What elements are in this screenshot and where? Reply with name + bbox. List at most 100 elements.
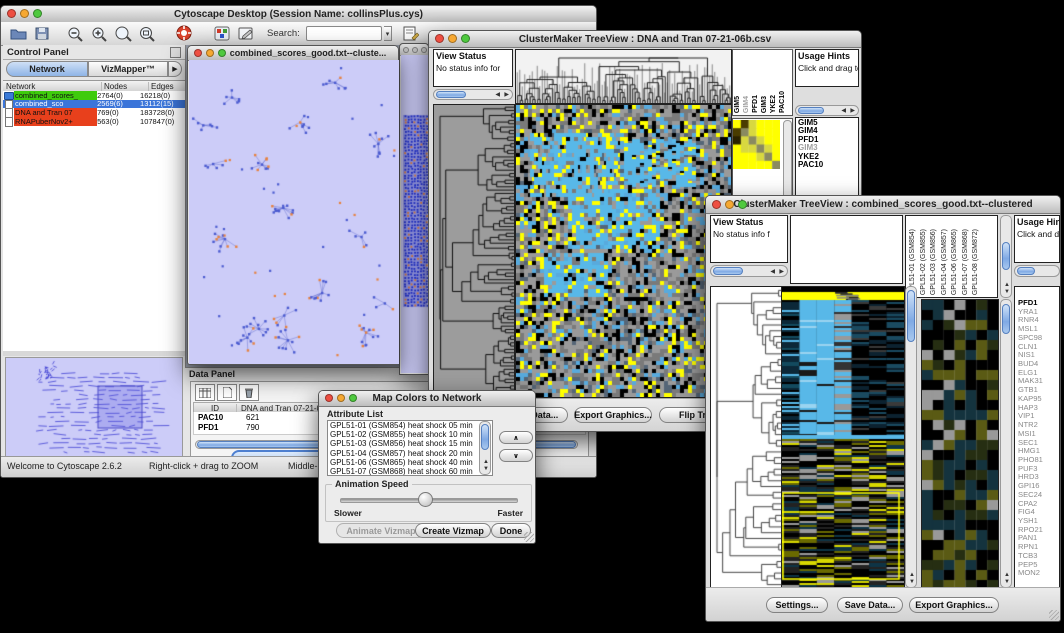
scroll-up-arrow[interactable]: ▲ [1004,572,1010,578]
network-row[interactable]: combined_sco2569(6)13112(15) [3,100,185,109]
zoom-in-icon[interactable] [89,24,111,44]
search-input[interactable] [306,26,382,41]
minimize-button[interactable] [448,34,457,43]
attribute-list-item[interactable]: GPL51-03 (GSM856) heat shock 15 min [328,439,492,448]
dense-network-view[interactable] [401,55,429,373]
scroll-right-arrow[interactable]: ▶ [850,108,855,114]
search-dropdown-arrow[interactable]: ▾ [384,26,393,41]
scroll-up-arrow[interactable]: ▲ [909,572,915,578]
tv1-status-scroll-thumb[interactable] [436,91,466,98]
collabel-scroll-thumb[interactable] [1002,242,1010,270]
zoom-selected-icon[interactable] [113,24,135,44]
attribute-select-icon[interactable] [195,384,215,401]
attribute-list-vscrollbar[interactable]: ▲ ▼ [479,421,491,475]
scroll-down-arrow[interactable]: ▼ [909,579,915,585]
tv2-status-scroll-thumb[interactable] [713,267,743,275]
dialog-titlebar[interactable]: Map Colors to Network [319,391,535,407]
close-button[interactable] [7,9,16,18]
move-up-button[interactable]: ∧ [499,431,533,444]
inactive-close-button[interactable] [403,47,409,53]
attribute-list[interactable]: GPL51-01 (GSM854) heat shock 05 minGPL51… [327,420,493,476]
zoom-button[interactable] [33,9,42,18]
scroll-right-arrow[interactable]: ▶ [504,92,509,98]
vizmapper-squares-icon[interactable] [211,24,233,44]
attribute-list-item[interactable]: GPL51-06 (GSM865) heat shock 40 min [328,458,492,467]
attribute-list-item[interactable]: GPL51-04 (GSM857) heat shock 20 min [328,449,492,458]
treeview1-titlebar[interactable]: ClusterMaker TreeView : DNA and Tran 07-… [429,31,861,48]
tv2-button[interactable]: Settings... [766,597,828,613]
scroll-up-arrow[interactable]: ▲ [1004,282,1010,288]
zoom-button[interactable] [461,34,470,43]
attribute-scroll-thumb[interactable] [481,424,489,450]
resize-grip[interactable] [524,532,534,542]
speed-slider-thumb[interactable] [418,492,433,507]
scroll-left-arrow[interactable]: ◀ [770,269,775,275]
minimize-button[interactable] [337,394,345,402]
network-overview[interactable] [5,357,183,459]
minimize-button[interactable] [206,49,214,57]
tab-more[interactable]: ▶ [168,61,182,77]
close-button[interactable] [325,394,333,402]
network-row[interactable]: DNA and Tran 07769(0)183728(0) [3,108,185,117]
network-view-canvas[interactable] [189,60,399,364]
minimize-button[interactable] [725,200,734,209]
main-titlebar[interactable]: Cytoscape Desktop (Session Name: collins… [1,6,596,23]
tv2-heatmap[interactable] [781,286,905,588]
tv2-status-scrollbar[interactable]: ◀ ▶ [710,265,788,277]
save-icon[interactable] [31,24,53,44]
tv2-usage-scrollbar[interactable] [1014,265,1060,277]
tv2-collabel-vscrollbar[interactable]: ▲ ▼ [1000,215,1012,298]
delete-attribute-icon[interactable] [239,384,259,401]
tv2-heatmap-vscrollbar[interactable]: ▲ ▼ [905,286,917,588]
move-down-button[interactable]: ∨ [499,449,533,462]
tv2-zoom-heatmap[interactable] [921,299,999,588]
minimize-button[interactable] [20,9,29,18]
tab-vizmapper[interactable]: VizMapper™ [88,61,168,77]
attribute-list-item[interactable]: GPL51-02 (GSM855) heat shock 10 min [328,430,492,439]
resize-grip[interactable] [1049,610,1059,620]
new-attribute-icon[interactable] [217,384,237,401]
treeview2-titlebar[interactable]: ClusterMaker TreeView : combined_scores_… [706,196,1060,214]
dialog-button-create-vizmap[interactable]: Create Vizmap [415,523,491,538]
close-button[interactable] [712,200,721,209]
network-view-titlebar[interactable]: combined_scores_good.txt--cluste... [188,46,398,61]
scroll-down-arrow[interactable]: ▼ [1004,579,1010,585]
tv1-mini-heatmap[interactable] [733,120,780,169]
close-button[interactable] [194,49,202,57]
zoom-button[interactable] [349,394,357,402]
scroll-down-arrow[interactable]: ▼ [483,466,489,472]
scroll-left-arrow[interactable]: ◀ [495,92,500,98]
scroll-left-arrow[interactable]: ◀ [841,108,846,114]
tv2-zoom-vscrollbar[interactable]: ▲ ▼ [1000,299,1012,588]
zoom-out-icon[interactable] [65,24,87,44]
zoom-scroll-thumb[interactable] [1002,304,1010,334]
network-row[interactable]: combined_scores_2764(0)16218(0) [3,91,185,100]
attribute-list-item[interactable]: GPL51-01 (GSM854) heat shock 05 min [328,421,492,430]
tv2-usage-scroll-thumb[interactable] [1017,267,1035,275]
annotation-icon[interactable] [235,24,257,44]
open-file-icon[interactable] [7,24,29,44]
tv2-button[interactable]: Export Graphics... [909,597,999,613]
tv1-heatmap[interactable] [515,104,732,398]
scroll-down-arrow[interactable]: ▼ [1004,289,1010,295]
scroll-right-arrow[interactable]: ▶ [779,269,784,275]
tv1-usage-scroll-thumb[interactable] [798,107,824,114]
overview-divider[interactable] [3,351,185,356]
close-button[interactable] [435,34,444,43]
float-panel-icon[interactable] [170,47,181,58]
tab-network[interactable]: Network [6,61,88,77]
help-lifesaver-icon[interactable] [173,24,195,44]
table-edit-icon[interactable] [400,24,422,44]
network-row[interactable]: RNAPuberNov2+563(0)107847(0) [3,117,185,126]
zoom-fit-icon[interactable] [137,24,159,44]
tv1-usage-scrollbar[interactable]: ◀ ▶ [795,105,859,116]
tv1-button[interactable]: Export Graphics... [574,407,652,423]
tv2-button[interactable]: Save Data... [837,597,903,613]
heatmap-scroll-thumb[interactable] [907,290,915,342]
zoom-button[interactable] [218,49,226,57]
inactive-zoom-button[interactable] [421,47,427,53]
scroll-up-arrow[interactable]: ▲ [483,459,489,465]
tv1-status-scrollbar[interactable]: ◀ ▶ [433,89,513,100]
attribute-list-item[interactable]: GPL51-07 (GSM868) heat shock 60 min [328,467,492,476]
inactive-minimize-button[interactable] [412,47,418,53]
